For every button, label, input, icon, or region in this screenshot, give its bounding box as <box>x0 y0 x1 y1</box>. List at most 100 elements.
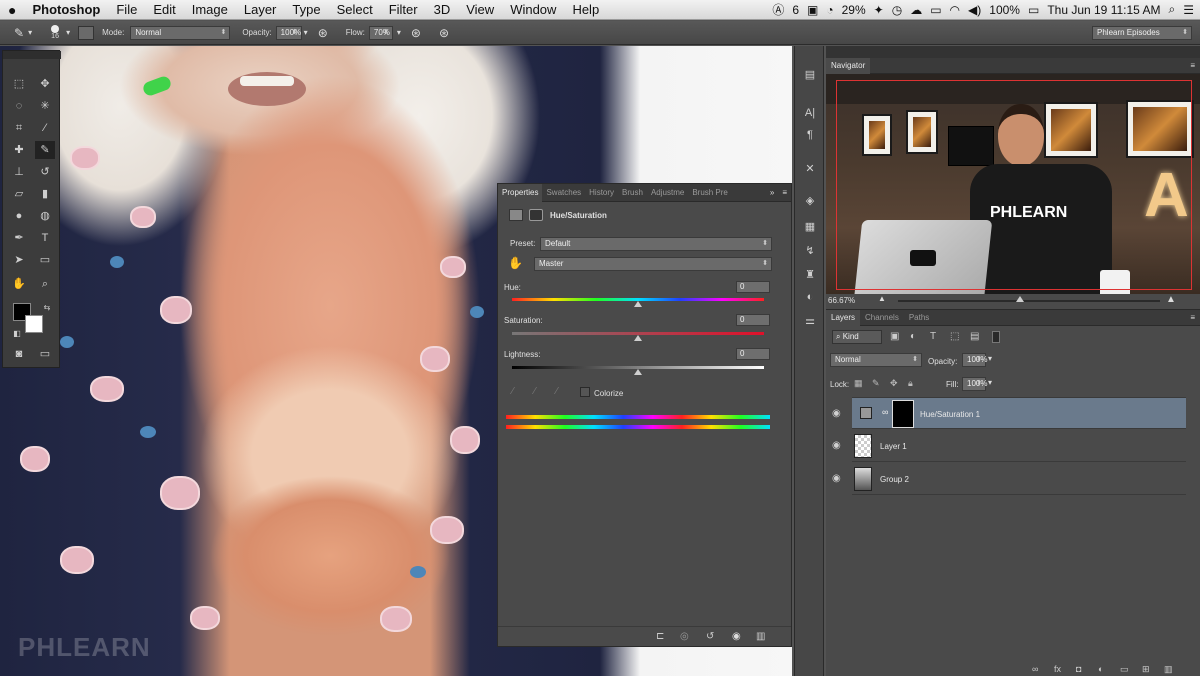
menu-image[interactable]: Image <box>184 0 236 20</box>
blend-mode-dropdown[interactable]: Normal <box>830 353 922 367</box>
default-colors-icon[interactable]: ◧ <box>7 325 27 343</box>
type-tool-icon[interactable]: T <box>35 229 55 247</box>
zoom-slider-thumb[interactable] <box>1016 296 1024 302</box>
volume-icon[interactable]: ◀) <box>968 3 981 17</box>
layer-comps-icon[interactable]: ◈ <box>801 192 819 210</box>
tools-panel-icon[interactable]: ✕ <box>801 160 819 178</box>
layer-row-hue-saturation[interactable]: ◉ ∞ Hue/Saturation 1 <box>832 397 1186 429</box>
layer-mask-thumbnail[interactable] <box>892 400 914 428</box>
lock-position-icon[interactable]: ✥ <box>890 378 898 389</box>
opacity-field[interactable]: 100% <box>275 25 302 40</box>
menu-3d[interactable]: 3D <box>426 0 459 20</box>
lock-transparent-icon[interactable]: ▦ <box>854 378 863 389</box>
add-mask-icon[interactable]: ◘ <box>1076 664 1081 674</box>
mode-dropdown[interactable]: Normal <box>130 25 231 40</box>
screen-mode-icon[interactable]: ▭ <box>35 345 55 363</box>
blur-tool-icon[interactable]: ● <box>9 207 29 225</box>
shape-tool-icon[interactable]: ▭ <box>35 251 55 269</box>
layer-visibility-eye-icon[interactable]: ◉ <box>832 473 841 484</box>
tab-properties[interactable]: Properties <box>498 183 543 202</box>
magic-wand-tool-icon[interactable]: ✳ <box>35 97 55 115</box>
brush-panel-icon[interactable] <box>78 25 95 40</box>
lock-all-icon[interactable]: 🔒︎ <box>908 378 913 389</box>
layer-visibility-eye-icon[interactable]: ◉ <box>832 408 841 419</box>
navigator-menu-icon[interactable]: ≡ <box>1185 58 1200 74</box>
fill-field[interactable]: 100% <box>962 377 987 391</box>
battery-icon[interactable]: ▭ <box>1028 3 1039 17</box>
navigator-zoom[interactable]: 66.67% <box>828 296 855 305</box>
zoom-out-icon[interactable]: ▲ <box>878 294 886 303</box>
targeted-adjustment-hand-icon[interactable]: ✋ <box>508 256 523 270</box>
menu-type[interactable]: Type <box>284 0 328 20</box>
layer-opacity-field[interactable]: 100% <box>962 353 987 367</box>
layer-name[interactable]: Hue/Saturation 1 <box>920 410 980 419</box>
wifi-icon[interactable]: ◠ <box>950 3 960 17</box>
screen-icon[interactable]: ▣ <box>807 3 818 17</box>
gauge-icon[interactable]: ◔ <box>826 3 833 17</box>
eyedropper-minus-icon[interactable]: ⁄ <box>556 386 558 397</box>
background-color-swatch[interactable] <box>25 315 43 333</box>
eyedropper-tool-icon[interactable]: ⁄ <box>35 119 55 137</box>
view-previous-icon[interactable]: ◎ <box>680 631 689 642</box>
styles-panel-icon[interactable]: ◐ <box>801 288 819 306</box>
layers-menu-icon[interactable]: ≡ <box>1185 310 1200 326</box>
link-layers-icon[interactable]: ∞ <box>1032 664 1038 674</box>
workspace-dropdown[interactable]: Phlearn Episodes <box>1092 25 1192 40</box>
layer-visibility-eye-icon[interactable]: ◉ <box>832 440 841 451</box>
layer-name[interactable]: Layer 1 <box>880 442 907 451</box>
reset-icon[interactable]: ↺ <box>706 631 714 642</box>
airbrush-icon[interactable]: ⊛ <box>411 26 421 40</box>
saturation-slider-thumb[interactable] <box>634 335 642 341</box>
filter-toggle[interactable] <box>992 331 1000 343</box>
adobe-icon[interactable]: Ⓐ <box>772 1 784 18</box>
actions-panel-icon[interactable]: ↯ <box>801 242 819 260</box>
filter-shape-icon[interactable]: ⬚ <box>950 331 959 342</box>
layer-opacity-arrow[interactable]: ▾ <box>988 354 992 363</box>
clone-source-icon[interactable]: ♜ <box>801 266 819 284</box>
timemachine-icon[interactable]: ◷ <box>892 3 902 17</box>
new-group-icon[interactable]: ▭ <box>1120 664 1129 675</box>
eraser-tool-icon[interactable]: ▱ <box>9 185 29 203</box>
filter-adjustment-icon[interactable]: ◐ <box>910 331 916 342</box>
hand-tool-icon[interactable]: ✋ <box>9 275 29 293</box>
zoom-slider-track[interactable] <box>898 300 1160 302</box>
menu-filter[interactable]: Filter <box>381 0 426 20</box>
mask-icon[interactable] <box>529 209 543 221</box>
tab-history[interactable]: History <box>585 188 618 197</box>
cloud-icon[interactable]: ☁ <box>910 3 922 17</box>
dodge-tool-icon[interactable]: ◍ <box>35 207 55 225</box>
opacity-arrow[interactable]: ▾ <box>304 28 308 37</box>
apple-icon[interactable]: ● <box>0 0 24 20</box>
brush-tool-icon[interactable]: ✎ <box>14 26 24 40</box>
tab-brush[interactable]: Brush <box>618 188 647 197</box>
colorize-checkbox[interactable] <box>580 387 590 397</box>
history-brush-tool-icon[interactable]: ↺ <box>35 163 55 181</box>
tab-swatches[interactable]: Swatches <box>542 188 585 197</box>
healing-tool-icon[interactable]: ✚ <box>9 141 29 159</box>
tab-adjustments[interactable]: Adjustme <box>647 188 688 197</box>
pressure-opacity-icon[interactable]: ⊛ <box>318 26 328 40</box>
filter-smart-icon[interactable]: ▤ <box>970 331 979 342</box>
hue-field[interactable]: 0 <box>736 281 770 293</box>
lightness-slider-thumb[interactable] <box>634 369 642 375</box>
flow-arrow[interactable]: ▾ <box>397 28 401 37</box>
clock[interactable]: Thu Jun 19 11:15 AM <box>1047 3 1160 17</box>
zoom-tool-icon[interactable]: ⌕ <box>35 275 55 293</box>
swap-colors-icon[interactable]: ⇆ <box>37 299 57 317</box>
channel-dropdown[interactable]: Master <box>534 257 772 271</box>
pressure-size-icon[interactable]: ⊛ <box>439 26 449 40</box>
layer-row-group-2[interactable]: ◉ Group 2 <box>832 463 1186 495</box>
menu-window[interactable]: Window <box>502 0 564 20</box>
stamp-tool-icon[interactable]: ⊥ <box>9 163 29 181</box>
filter-pixel-icon[interactable]: ▣ <box>890 331 899 342</box>
gradient-tool-icon[interactable]: ▮ <box>35 185 55 203</box>
quick-mask-icon[interactable]: ◙ <box>9 345 29 363</box>
dropbox-icon[interactable]: ✦ <box>874 3 884 17</box>
tool-preset-arrow[interactable]: ▾ <box>28 28 32 37</box>
tab-navigator[interactable]: Navigator <box>826 57 871 74</box>
brush-tool-icon[interactable]: ✎ <box>35 141 55 159</box>
mask-link-icon[interactable]: ∞ <box>882 407 888 417</box>
crop-tool-icon[interactable]: ⌗ <box>9 119 29 137</box>
eyedropper-icon[interactable]: ⁄ <box>512 386 514 397</box>
menu-help[interactable]: Help <box>564 0 607 20</box>
